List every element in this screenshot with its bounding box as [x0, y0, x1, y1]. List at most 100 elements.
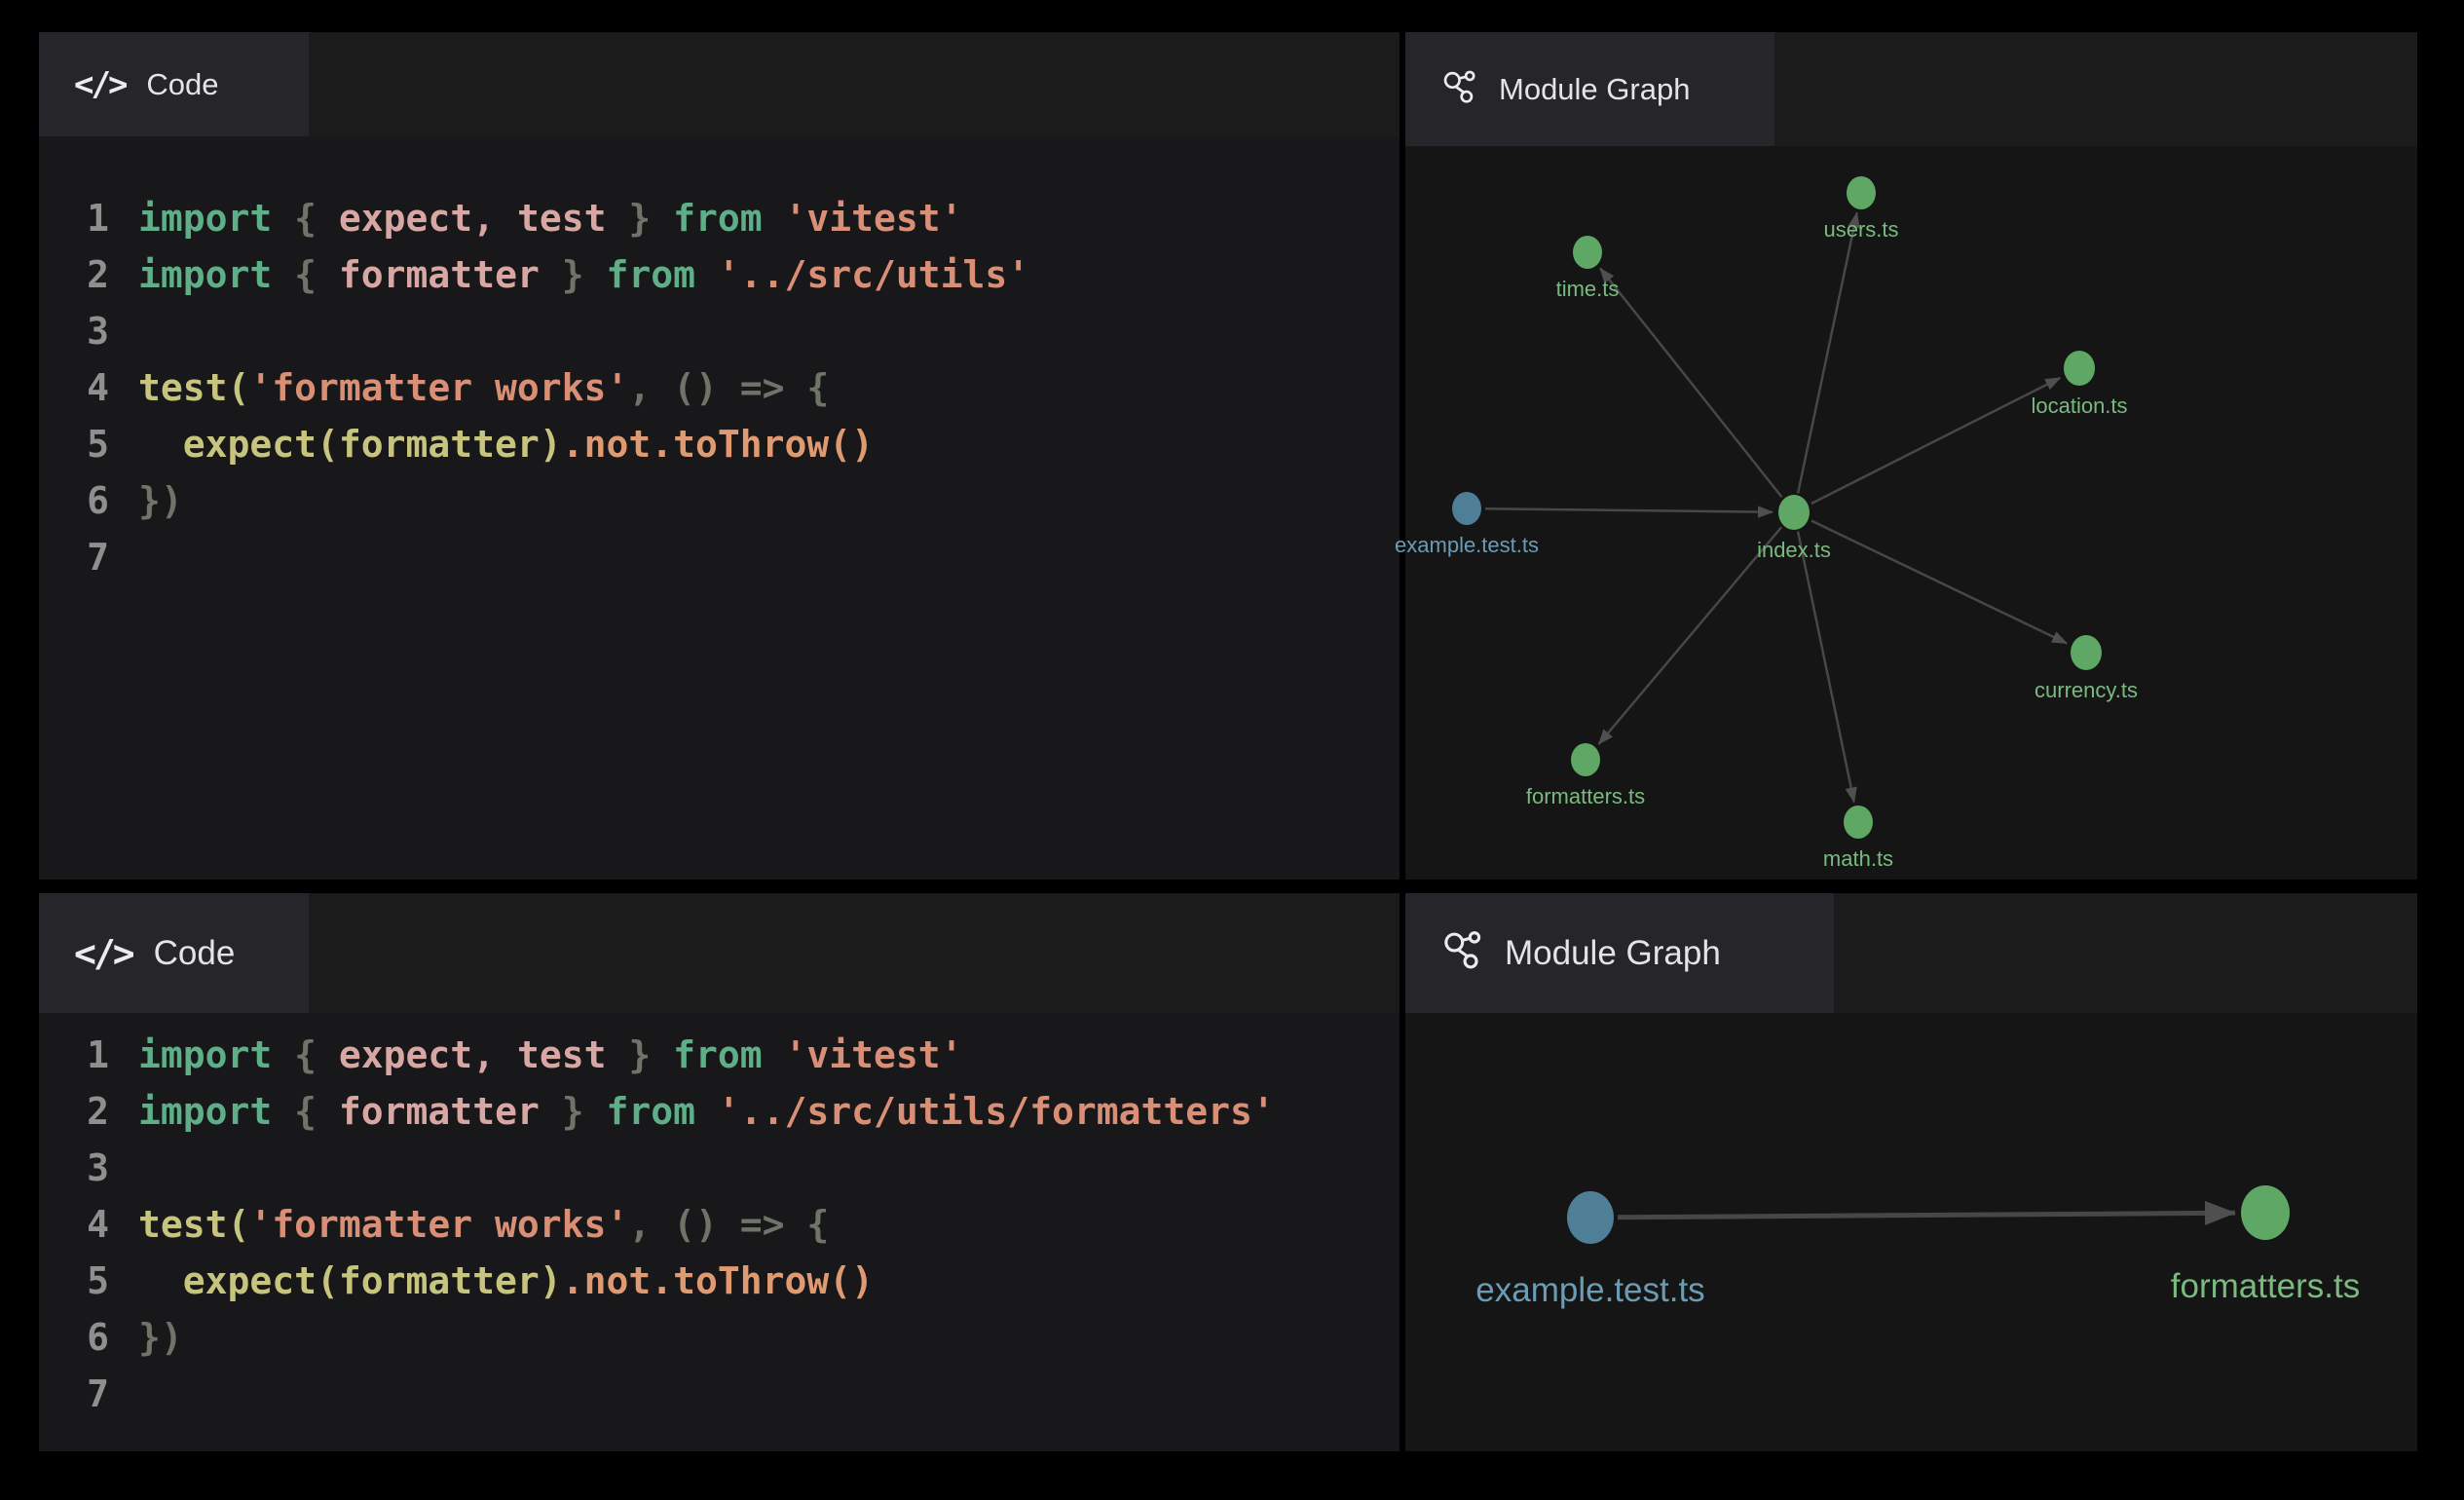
graph-edge-example.test.ts-to-formatters.ts [1618, 1213, 2235, 1218]
line-number: 4 [64, 1196, 109, 1253]
top-code-header: </> Code [39, 32, 1400, 136]
tab-module-graph-label: Module Graph [1499, 72, 1690, 107]
graph-node-label-index.ts[interactable]: index.ts [1757, 538, 1831, 562]
code-token-pun: } [606, 190, 673, 246]
code-token-str: 'formatter works' [249, 359, 628, 416]
code-token-kw: from [673, 1027, 784, 1083]
code-token-pun: , () => { [628, 1196, 829, 1253]
bottom-graph-panel: Module Graph example.test.ts formatters.t… [1405, 893, 2417, 1451]
code-line: 5 expect(formatter).not.toThrow() [64, 416, 1400, 472]
code-line: 2import { formatter } from '../src/utils… [64, 246, 1400, 303]
code-token-kw: import [138, 1027, 272, 1083]
code-line: 4test('formatter works', () => { [64, 359, 1400, 416]
graph-node-label-example.test.ts[interactable]: example.test.ts [1395, 533, 1539, 557]
code-token-str: 'formatter works' [249, 1196, 628, 1253]
line-number: 1 [64, 190, 109, 246]
line-number: 2 [64, 1083, 109, 1140]
code-token-pun: } [540, 1083, 607, 1140]
bottom-code-header: </> Code [39, 893, 1400, 1013]
graph-node-formatters.ts[interactable] [2241, 1185, 2290, 1240]
graph-node-time.ts[interactable] [1573, 236, 1602, 269]
top-graph-panel: Module Graph index.tsexample.test.tsuser… [1405, 32, 2417, 880]
line-number: 5 [64, 1253, 109, 1309]
code-line: 2import { formatter } from '../src/utils… [64, 1083, 1400, 1140]
code-icon: </> [74, 932, 132, 975]
code-token-pun: } [540, 246, 607, 303]
tab-code-bottom[interactable]: </> Code [39, 893, 309, 1013]
code-token-kw: from [673, 190, 784, 246]
graph-node-location.ts[interactable] [2064, 351, 2095, 386]
code-line: 1import { expect, test } from 'vitest' [64, 190, 1400, 246]
tab-module-graph-label: Module Graph [1505, 934, 1721, 973]
code-token-prop: .not.toThrow() [562, 1253, 874, 1309]
code-line: 3 [64, 1140, 1400, 1196]
tab-module-graph-top[interactable]: Module Graph [1405, 32, 1774, 146]
code-token-pun: { [272, 190, 339, 246]
line-number: 6 [64, 1309, 109, 1366]
graph-edge-index.ts-to-formatters.ts [1599, 527, 1782, 744]
graph-edge-index.ts-to-math.ts [1798, 532, 1854, 803]
graph-edge-index.ts-to-location.ts [1811, 378, 2061, 504]
code-token-im: expect, test [339, 1027, 607, 1083]
code-token-pun: { [272, 246, 339, 303]
code-token-fn: test( [138, 1196, 249, 1253]
code-token-fn: expect(formatter) [183, 416, 562, 472]
code-token-kw: from [606, 246, 717, 303]
top-code-editor[interactable]: 1import { expect, test } from 'vitest'2i… [39, 169, 1400, 880]
bottom-code-editor[interactable]: 1import { expect, test } from 'vitest'2i… [39, 1013, 1400, 1451]
graph-node-label-time.ts[interactable]: time.ts [1556, 277, 1620, 301]
tab-code-top[interactable]: </> Code [39, 32, 309, 136]
line-number: 5 [64, 416, 109, 472]
code-token-fn: test( [138, 359, 249, 416]
tab-module-graph-bottom[interactable]: Module Graph [1405, 893, 1834, 1013]
code-token-im: expect, test [339, 190, 607, 246]
bottom-module-graph[interactable]: example.test.ts formatters.ts [1405, 1013, 2417, 1451]
code-token-fn: expect(formatter) [183, 1253, 562, 1309]
top-module-graph[interactable]: index.tsexample.test.tsusers.tstime.tslo… [1405, 146, 2417, 880]
graph-node-label-users.ts[interactable]: users.ts [1823, 217, 1898, 242]
graph-edge-index.ts-to-users.ts [1798, 213, 1857, 494]
code-token-str: '../src/utils' [718, 246, 1029, 303]
code-line: 6}) [64, 1309, 1400, 1366]
code-token-kw: from [606, 1083, 717, 1140]
graph-node-formatters.ts[interactable] [1571, 743, 1600, 776]
code-line: 7 [64, 529, 1400, 585]
graph-edge-index.ts-to-time.ts [1600, 268, 1782, 497]
module-graph-icon [1440, 927, 1483, 979]
code-icon: </> [74, 65, 125, 104]
code-token-im: formatter [339, 1083, 540, 1140]
graph-node-label-formatters.ts[interactable]: formatters.ts [2171, 1267, 2360, 1305]
graph-node-users.ts[interactable] [1847, 176, 1876, 209]
graph-node-example.test.ts[interactable] [1567, 1191, 1614, 1244]
graph-node-index.ts[interactable] [1778, 495, 1810, 530]
code-token-pun: { [272, 1027, 339, 1083]
line-number: 7 [64, 529, 109, 585]
top-code-panel: </> Code 1import { expect, test } from '… [39, 32, 1400, 880]
graph-edge-example.test.ts-to-index.ts [1485, 508, 1773, 512]
graph-node-label-currency.ts[interactable]: currency.ts [2035, 678, 2138, 702]
graph-node-example.test.ts[interactable] [1452, 492, 1481, 525]
code-token-kw: import [138, 1083, 272, 1140]
line-number: 2 [64, 246, 109, 303]
code-token-str: '../src/utils/formatters' [718, 1083, 1275, 1140]
graph-node-currency.ts[interactable] [2071, 635, 2102, 670]
code-token-pln [138, 416, 183, 472]
code-token-str: 'vitest' [785, 190, 963, 246]
code-token-pln [138, 1253, 183, 1309]
graph-node-label-location.ts[interactable]: location.ts [2031, 394, 2127, 418]
line-number: 3 [64, 303, 109, 359]
graph-node-label-example.test.ts[interactable]: example.test.ts [1475, 1271, 1704, 1309]
graph-node-math.ts[interactable] [1844, 806, 1873, 839]
line-number: 4 [64, 359, 109, 416]
code-line: 3 [64, 303, 1400, 359]
code-token-prop: .not.toThrow() [562, 416, 874, 472]
graph-node-label-math.ts[interactable]: math.ts [1823, 846, 1893, 871]
bottom-graph-header: Module Graph [1405, 893, 2417, 1013]
code-line: 5 expect(formatter).not.toThrow() [64, 1253, 1400, 1309]
code-token-kw: import [138, 246, 272, 303]
code-token-pun: }) [138, 1309, 183, 1366]
top-graph-header: Module Graph [1405, 32, 2417, 146]
code-token-pun: } [606, 1027, 673, 1083]
module-graph-icon [1440, 67, 1477, 112]
graph-node-label-formatters.ts[interactable]: formatters.ts [1526, 784, 1645, 808]
